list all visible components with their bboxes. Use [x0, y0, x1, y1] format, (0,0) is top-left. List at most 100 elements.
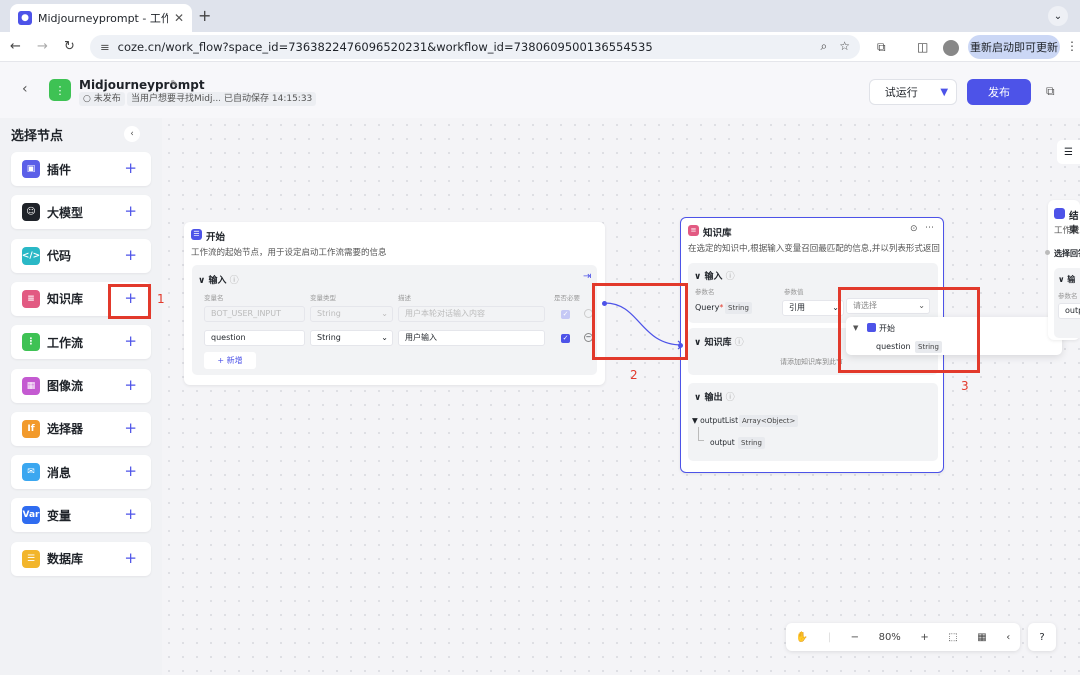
help-icon[interactable]: ? [1028, 623, 1056, 651]
panel-toggle-icon[interactable]: ☰ [1057, 140, 1080, 164]
add-node-icon[interactable]: + [124, 202, 137, 220]
start-node[interactable]: ☰ 开始 工作流的起始节点，用于设定启动工作流需要的信息 ∨ 输入 ⓘ ⇥ 变量… [184, 222, 605, 385]
divider: | [827, 631, 832, 643]
copy-icon[interactable]: ⧉ [1046, 84, 1055, 99]
kb-dataset-label[interactable]: ∨ 知识库 ⓘ [694, 335, 744, 348]
new-tab-icon[interactable]: + [198, 6, 211, 25]
test-run-label: 试运行 [884, 86, 918, 99]
caret-down-icon[interactable]: ▼ [933, 87, 956, 98]
kb-input-label[interactable]: ∨ 输入 ⓘ [694, 269, 735, 282]
output-item-name: output [710, 438, 735, 447]
zoom-level[interactable]: 80% [879, 632, 901, 643]
sidebar-item-imageflow[interactable]: ▦ 图像流 + [11, 368, 151, 403]
hand-tool-icon[interactable]: ✋ [796, 632, 808, 643]
forward-icon[interactable]: → [37, 39, 48, 54]
selector-icon: If [22, 419, 40, 438]
annotation-box-3 [838, 287, 980, 373]
import-icon[interactable]: ⇥ [583, 271, 591, 282]
sidebar-item-workflow[interactable]: ⋮ 工作流 + [11, 325, 151, 360]
kb-output-label[interactable]: ∨ 输出 ⓘ [694, 390, 735, 403]
input-section-label[interactable]: ∨ 输入 ⓘ [198, 273, 239, 286]
profile-avatar[interactable] [943, 40, 959, 56]
back-arrow-icon[interactable]: ‹ [22, 81, 28, 97]
col-varname: 变量名 [204, 294, 224, 302]
browser-tab[interactable]: ● Midjourneyprompt - 工作流 - · ✕ [10, 4, 192, 32]
sidebar-item-label: 选择器 [47, 422, 84, 437]
fit-view-icon[interactable]: ⬚ [948, 632, 957, 643]
col-vartype: 变量类型 [310, 294, 336, 302]
end-node[interactable]: 结束 工作流的 选择回答 ∨ 输 参数名 outp [1048, 200, 1080, 340]
browser-menu-icon[interactable]: ⋮ [1066, 39, 1078, 53]
add-node-icon[interactable]: + [124, 376, 137, 394]
plugin-icon: ▣ [22, 160, 40, 178]
coze-favicon-icon: ● [18, 11, 32, 25]
annotation-label-2: 2 [630, 368, 638, 382]
back-icon[interactable]: ← [10, 39, 21, 54]
start-input-section: ∨ 输入 ⓘ ⇥ 变量名 变量类型 描述 是否必要 BOT_USER_INPUT… [192, 265, 597, 375]
var-type-select[interactable]: String ⌄ [310, 330, 393, 346]
add-node-icon[interactable]: + [124, 462, 137, 480]
sidebar-item-selector[interactable]: If 选择器 + [11, 411, 151, 446]
end-param-field[interactable]: outp [1058, 303, 1080, 319]
zoom-in-icon[interactable]: + [920, 632, 928, 643]
canvas-toolbar: ✋ | − 80% + ⬚ ▦ ‹ [786, 623, 1020, 651]
test-run-button[interactable]: 试运行 ▼ [869, 79, 957, 105]
auto-layout-icon[interactable]: ‹ [1006, 632, 1010, 643]
workflow-logo-icon: ⋮ [49, 79, 71, 101]
query-param-label: Query* [695, 303, 724, 312]
add-node-icon[interactable]: + [124, 246, 137, 264]
collapse-icon[interactable]: ‹ [124, 126, 140, 142]
add-variable-button[interactable]: + 新增 [204, 352, 256, 369]
publish-button[interactable]: 发布 [967, 79, 1031, 105]
sidebar-item-message[interactable]: ✉ 消息 + [11, 455, 151, 490]
add-node-icon[interactable]: + [124, 505, 137, 523]
site-info-icon[interactable]: ≡ [100, 40, 110, 54]
add-node-icon[interactable]: + [124, 549, 137, 567]
var-name-field: BOT_USER_INPUT [204, 306, 305, 322]
add-node-icon[interactable]: + [124, 159, 137, 177]
extensions-icon[interactable]: ⧉ [877, 40, 886, 55]
end-output-section: ∨ 输 参数名 outp [1054, 268, 1080, 338]
autosave-badge: 已自动保存 14:15:33 [220, 92, 317, 106]
col-param-name: 参数名 [695, 288, 715, 296]
sidebar-item-variable[interactable]: Var 变量 + [11, 498, 151, 533]
publish-status-badge: ○ 未发布 [79, 92, 125, 106]
sidebar-item-plugin[interactable]: ▣ 插件 + [11, 152, 151, 186]
ref-mode-select[interactable]: 引用 ⌄ [782, 300, 844, 316]
sidebar-item-code[interactable]: </> 代码 + [11, 238, 151, 273]
kb-output-section: ∨ 输出 ⓘ ▼ outputList Array<Object> output… [688, 383, 938, 461]
code-icon: </> [22, 246, 40, 265]
var-type-select: String ⌄ [310, 306, 393, 322]
sidebar-item-label: 大模型 [47, 205, 84, 220]
url-field[interactable]: ≡ coze.cn/work_flow?space_id=73638224760… [90, 35, 860, 59]
reload-icon[interactable]: ↻ [64, 39, 75, 54]
end-output-label: ∨ 输 [1058, 275, 1076, 284]
sidebar-item-llm[interactable]: ☺ 大模型 + [11, 195, 151, 230]
tab-search-icon[interactable]: ⌄ [1048, 6, 1068, 26]
end-input-port[interactable] [1045, 250, 1050, 255]
sidebar-item-database[interactable]: ☰ 数据库 + [11, 541, 151, 576]
zoom-out-icon[interactable]: − [851, 632, 859, 643]
col-param-value: 参数值 [784, 288, 804, 296]
more-icon[interactable]: ⋯ [925, 223, 934, 233]
sidebar-item-label: 变量 [47, 508, 72, 523]
minimap-icon[interactable]: ▦ [977, 632, 986, 643]
side-panel-icon[interactable]: ◫ [917, 40, 928, 54]
bookmark-star-icon[interactable]: ☆ [839, 39, 850, 54]
output-list-type-tag: Array<Object> [739, 415, 799, 427]
sidebar-item-label: 工作流 [47, 335, 84, 350]
knowledge-node-title: 知识库 [703, 228, 732, 239]
annotation-label-3: 3 [961, 379, 969, 393]
zoom-icon[interactable]: ⌕ [821, 39, 828, 54]
close-tab-icon[interactable]: ✕ [174, 11, 184, 25]
required-checkbox[interactable]: ✓ [561, 334, 570, 343]
var-name-field[interactable]: question [204, 330, 305, 346]
add-node-icon[interactable]: + [124, 419, 137, 437]
add-node-icon[interactable]: + [124, 332, 137, 350]
edit-icon[interactable]: ✎ [170, 79, 178, 90]
var-desc-field[interactable]: 用户输入 [398, 330, 545, 346]
tab-title: Midjourneyprompt - 工作流 - · [38, 12, 168, 25]
output-list-name[interactable]: ▼ outputList [692, 416, 738, 425]
settings-icon[interactable]: ⊙ [910, 224, 918, 234]
restart-update-button[interactable]: 重新启动即可更新 [968, 35, 1060, 59]
